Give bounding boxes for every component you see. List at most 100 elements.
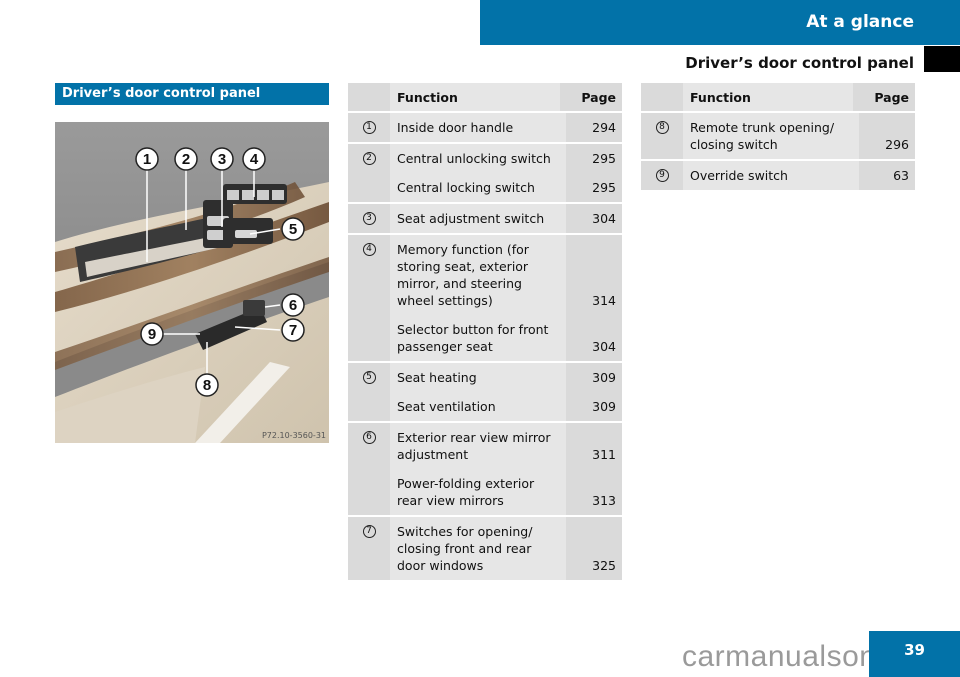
table-row: 1 Inside door handle 294 [348, 112, 622, 144]
image-reference-code: P72.10-3560-31 [261, 431, 326, 440]
page-reference: 311 [592, 447, 616, 462]
section-heading: Driver’s door control panel [55, 83, 329, 105]
table-row: 5 Seat heating 309 Seat ventilation 309 [348, 362, 622, 423]
callout-6: 6 [281, 293, 305, 317]
function-cell: Exterior rear view mirror adjustment 311 P… [390, 422, 622, 517]
function-entry: Remote trunk opening/ closing switch 296 [683, 113, 915, 159]
table-row: 7 Switches for opening/ closing front and… [348, 516, 622, 582]
header-page: Page [853, 83, 915, 113]
svg-text:2: 2 [182, 151, 190, 168]
function-cell: Memory function (for storing seat, exter… [390, 234, 622, 363]
item-number-cell: 9 [641, 160, 683, 192]
function-cell: Seat heating 309 Seat ventilation 309 [390, 362, 622, 423]
function-text: Memory function (for storing seat, exter… [397, 242, 529, 308]
item-number-cell: 7 [348, 516, 390, 582]
item-number-badge: 1 [362, 121, 376, 134]
function-cell: Seat adjustment switch 304 [390, 203, 622, 235]
callout-3: 3 [210, 147, 234, 171]
svg-text:5: 5 [289, 221, 297, 238]
item-number-badge: 5 [362, 371, 376, 384]
page-reference: 313 [592, 493, 616, 508]
item-number-badge: 6 [362, 431, 376, 444]
item-number-cell: 2 [348, 143, 390, 204]
header-function: Function [390, 83, 560, 113]
item-number-cell: 3 [348, 203, 390, 235]
page-reference: 309 [592, 370, 616, 385]
function-text: Seat ventilation [397, 399, 496, 414]
chapter-title: At a glance [806, 12, 914, 32]
item-number-cell: 6 [348, 422, 390, 517]
function-text: Seat heating [397, 370, 477, 385]
function-table-right: Function Page 8 Remote trunk opening/ clo… [641, 83, 915, 192]
function-entry: Switches for opening/ closing front and … [390, 517, 622, 580]
function-cell: Inside door handle 294 [390, 112, 622, 144]
svg-text:9: 9 [148, 326, 156, 343]
function-text: Selector button for front passenger seat [397, 322, 549, 354]
function-text: Inside door handle [397, 120, 514, 135]
item-number-badge: 2 [362, 152, 376, 165]
page-reference: 295 [592, 151, 616, 166]
table-left-body: 1 Inside door handle 294 2 Central unlocking… [348, 112, 622, 582]
header-function: Function [683, 83, 853, 113]
function-entry: Override switch 63 [683, 161, 915, 190]
function-table-left: Function Page 1 Inside door handle 294 2 Cen… [348, 83, 622, 582]
callout-4: 4 [242, 147, 266, 171]
chapter-header-bar: At a glance [480, 0, 960, 45]
callout-2: 2 [174, 147, 198, 171]
header-num [641, 83, 683, 113]
function-text: Remote trunk opening/ closing switch [690, 120, 835, 152]
page-reference: 63 [893, 168, 909, 183]
svg-text:8: 8 [203, 377, 211, 394]
item-number-cell: 4 [348, 234, 390, 363]
table-row: 2 Central unlocking switch 295 Central lock… [348, 143, 622, 204]
svg-text:6: 6 [289, 297, 297, 314]
page-reference: 325 [592, 558, 616, 573]
item-number-badge: 9 [655, 169, 669, 182]
page-number: 39 [869, 631, 960, 677]
table-row: 4 Memory function (for storing seat, exte… [348, 234, 622, 363]
table-row: 6 Exterior rear view mirror adjustment 311… [348, 422, 622, 517]
page-reference: 295 [592, 180, 616, 195]
function-cell: Remote trunk opening/ closing switch 296 [683, 112, 915, 161]
table-row: 3 Seat adjustment switch 304 [348, 203, 622, 235]
item-number-badge: 3 [362, 212, 376, 225]
item-number-cell: 5 [348, 362, 390, 423]
function-entry: Inside door handle 294 [390, 113, 622, 142]
function-entry: Power-folding exterior rear view mirrors… [390, 469, 622, 515]
function-text: Central unlocking switch [397, 151, 551, 166]
svg-text:1: 1 [143, 151, 151, 168]
function-entry: Central locking switch 295 [390, 173, 622, 202]
header-num [348, 83, 390, 113]
svg-text:4: 4 [250, 151, 259, 168]
function-text: Exterior rear view mirror adjustment [397, 430, 551, 462]
function-entry: Central unlocking switch 295 [390, 144, 622, 173]
function-entry: Exterior rear view mirror adjustment 311 [390, 423, 622, 469]
svg-text:3: 3 [218, 151, 226, 168]
function-text: Seat adjustment switch [397, 211, 545, 226]
callout-5: 5 [281, 217, 305, 241]
function-entry: Selector button for front passenger seat… [390, 315, 622, 361]
page-reference: 304 [592, 339, 616, 354]
page-reference: 309 [592, 399, 616, 414]
item-number-cell: 1 [348, 112, 390, 144]
function-text: Power-folding exterior rear view mirrors [397, 476, 535, 508]
table-right-body: 8 Remote trunk opening/ closing switch 296… [641, 112, 915, 192]
table-row: 8 Remote trunk opening/ closing switch 296 [641, 112, 915, 161]
callout-9: 9 [140, 322, 164, 346]
function-entry: Memory function (for storing seat, exter… [390, 235, 622, 315]
thumb-index-tab [924, 46, 960, 72]
function-text: Switches for opening/ closing front and … [397, 524, 533, 573]
door-panel-illustration: 1 2 3 4 5 6 7 9 8 P72.10-3560-31 [55, 122, 329, 443]
function-entry: Seat ventilation 309 [390, 392, 622, 421]
callout-8: 8 [195, 373, 219, 397]
function-cell: Override switch 63 [683, 160, 915, 192]
function-entry: Seat heating 309 [390, 363, 622, 392]
function-cell: Central unlocking switch 295 Central locki… [390, 143, 622, 204]
callout-7: 7 [281, 318, 305, 342]
page-reference: 304 [592, 211, 616, 226]
function-text: Override switch [690, 168, 788, 183]
page-reference: 294 [592, 120, 616, 135]
svg-text:7: 7 [289, 322, 297, 339]
item-number-cell: 8 [641, 112, 683, 161]
function-text: Central locking switch [397, 180, 535, 195]
